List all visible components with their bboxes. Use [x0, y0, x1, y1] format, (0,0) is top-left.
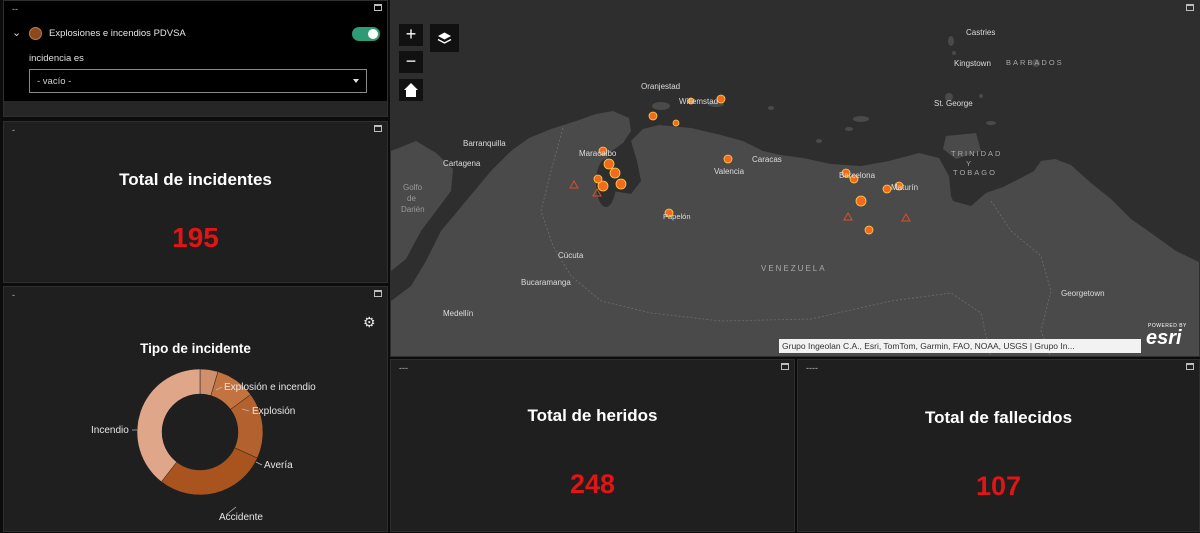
layer-row[interactable]: ⌄ Explosiones e incendios PDVSA	[12, 25, 186, 41]
donut-label-accidente: Accidente	[219, 512, 263, 523]
caret-down-icon	[353, 79, 359, 83]
total-heridos-panel: --- Total de heridos 248	[390, 359, 795, 532]
map-label-bucaramanga: Bucaramanga	[521, 278, 571, 287]
indicator-title: Total de heridos	[527, 406, 658, 425]
map-label-maturin: Maturín	[891, 183, 919, 192]
map-label-medellin: Medellín	[443, 309, 474, 318]
select-value: - vacío -	[37, 76, 72, 87]
donut-slice-incendio[interactable]	[136, 368, 201, 483]
map-label-valencia: Valencia	[714, 167, 745, 176]
maximize-icon[interactable]	[374, 125, 382, 132]
esri-logo[interactable]: esri	[1146, 327, 1182, 350]
map-label-castries: Castries	[966, 28, 996, 37]
map-panel[interactable]: + − Castries Kingstown BARBADOS Oranjest…	[390, 0, 1200, 357]
indicator-title: Total de fallecidos	[924, 408, 1073, 427]
layer-symbol-icon	[29, 26, 42, 40]
donut-leader-line	[255, 461, 263, 466]
maximize-icon[interactable]	[1186, 363, 1194, 370]
zoom-in-button[interactable]: +	[399, 24, 423, 46]
zoom-out-button[interactable]: −	[399, 51, 423, 73]
map-label-papelon: Papelón	[663, 212, 691, 221]
incidencia-select[interactable]: - vacío -	[29, 69, 367, 93]
indicator-value: 107	[975, 471, 1022, 501]
map-label-cucuta: Cúcuta	[558, 251, 584, 260]
map-label-maracaibo: Maracaibo	[579, 149, 617, 158]
map-label-darien: Darién	[401, 205, 425, 214]
map-label-venezuela: VENEZUELA	[761, 264, 827, 273]
map-label-tobago: TOBAGO	[953, 168, 997, 177]
donut-chart	[132, 368, 264, 516]
maximize-icon[interactable]	[374, 4, 382, 11]
home-button[interactable]	[399, 79, 423, 101]
panel-title: --	[12, 4, 18, 14]
total-incidentes-panel: - Total de incidentes 195	[3, 121, 388, 283]
map-attribution[interactable]: Grupo Ingeolan C.A., Esri, TomTom, Garmi…	[779, 339, 1141, 353]
donut-label-averia: Avería	[264, 460, 293, 471]
map-label-willemstad: Willemstad	[679, 97, 719, 106]
donut-slice-accidente[interactable]	[160, 447, 258, 496]
map-label-barcelona: Barcelona	[839, 171, 876, 180]
map-label-st-george: St. George	[934, 99, 973, 108]
map-label-oranjestad: Oranjestad	[641, 82, 681, 91]
indicator-value: 195	[172, 222, 219, 253]
maximize-icon[interactable]	[1186, 4, 1194, 11]
layer-name: Explosiones e incendios PDVSA	[49, 27, 186, 39]
map-label-golfo: Golfo	[403, 183, 423, 192]
map-label-trinidad: TRINIDAD	[951, 149, 1003, 158]
map-label-de: de	[407, 194, 416, 203]
home-icon	[404, 83, 418, 97]
total-fallecidos-panel: ---- Total de fallecidos 107	[797, 359, 1200, 532]
map-label-barbados: BARBADOS	[1006, 58, 1064, 67]
panel-title: ----	[806, 363, 818, 373]
map-label-kingstown: Kingstown	[954, 59, 991, 68]
chevron-down-icon[interactable]: ⌄	[12, 27, 21, 38]
maximize-icon[interactable]	[781, 363, 789, 370]
donut-label-incendio: Incendio	[91, 425, 129, 436]
map-label-cartagena: Cartagena	[443, 159, 481, 168]
donut-label-explosion: Explosión	[252, 406, 296, 417]
layers-button[interactable]	[430, 24, 459, 52]
tipo-incidente-panel: - ⚙ Tipo de incidente Explosión e incend…	[3, 286, 388, 532]
layers-icon	[437, 32, 452, 44]
indicator-title: Total de incidentes	[119, 170, 272, 189]
map-label-georgetown: Georgetown	[1061, 289, 1105, 298]
map-canvas[interactable]	[391, 1, 1200, 357]
map-label-caracas: Caracas	[752, 155, 782, 164]
filter-label: incidencia es	[29, 53, 84, 64]
map-label-y: Y	[966, 159, 974, 168]
panel-title: ---	[399, 363, 408, 373]
filter-panel: -- ⌄ Explosiones e incendios PDVSA incid…	[3, 0, 388, 117]
donut-label-explosion-e-incendio: Explosión e incendio	[224, 382, 316, 393]
layer-toggle[interactable]	[352, 27, 380, 41]
panel-title: -	[12, 125, 15, 135]
map-label-barranquilla: Barranquilla	[463, 139, 506, 148]
indicator-value: 248	[569, 469, 616, 499]
filter-footer	[4, 101, 387, 116]
